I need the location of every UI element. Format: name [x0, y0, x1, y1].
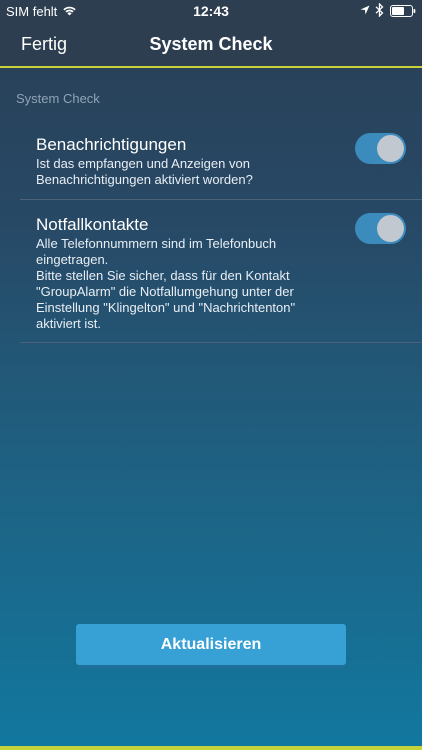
toggle-knob	[377, 135, 404, 162]
screen: SIM fehlt 12:43 Fertig System Check Syst…	[0, 0, 422, 750]
status-bar: SIM fehlt 12:43	[0, 0, 422, 22]
refresh-button[interactable]: Aktualisieren	[76, 624, 346, 665]
location-icon	[360, 5, 370, 15]
bottom-accent-line	[0, 746, 422, 750]
row-divider	[20, 342, 422, 343]
row-title: Benachrichtigungen	[36, 135, 187, 154]
list-item-notifications: Benachrichtigungen Ist das empfangen und…	[20, 133, 422, 200]
page-title: System Check	[149, 34, 273, 54]
toggle-knob	[377, 215, 404, 242]
row-divider	[20, 199, 422, 200]
emergency-contacts-toggle[interactable]	[355, 213, 406, 244]
bluetooth-icon	[375, 3, 384, 17]
battery-icon	[390, 5, 416, 17]
navigation-bar: Fertig System Check	[0, 22, 422, 66]
row-title: Notfallkontakte	[36, 215, 149, 234]
status-time: 12:43	[193, 3, 229, 19]
list-item-emergency-contacts: Notfallkontakte Alle Telefonnummern sind…	[20, 213, 422, 343]
nav-accent-line	[0, 66, 422, 68]
notifications-toggle[interactable]	[355, 133, 406, 164]
section-header: System Check	[16, 91, 100, 106]
row-description: Ist das empfangen und Anzeigen von Benac…	[36, 156, 253, 187]
row-description: Alle Telefonnummern sind im Telefonbuch …	[36, 236, 296, 331]
